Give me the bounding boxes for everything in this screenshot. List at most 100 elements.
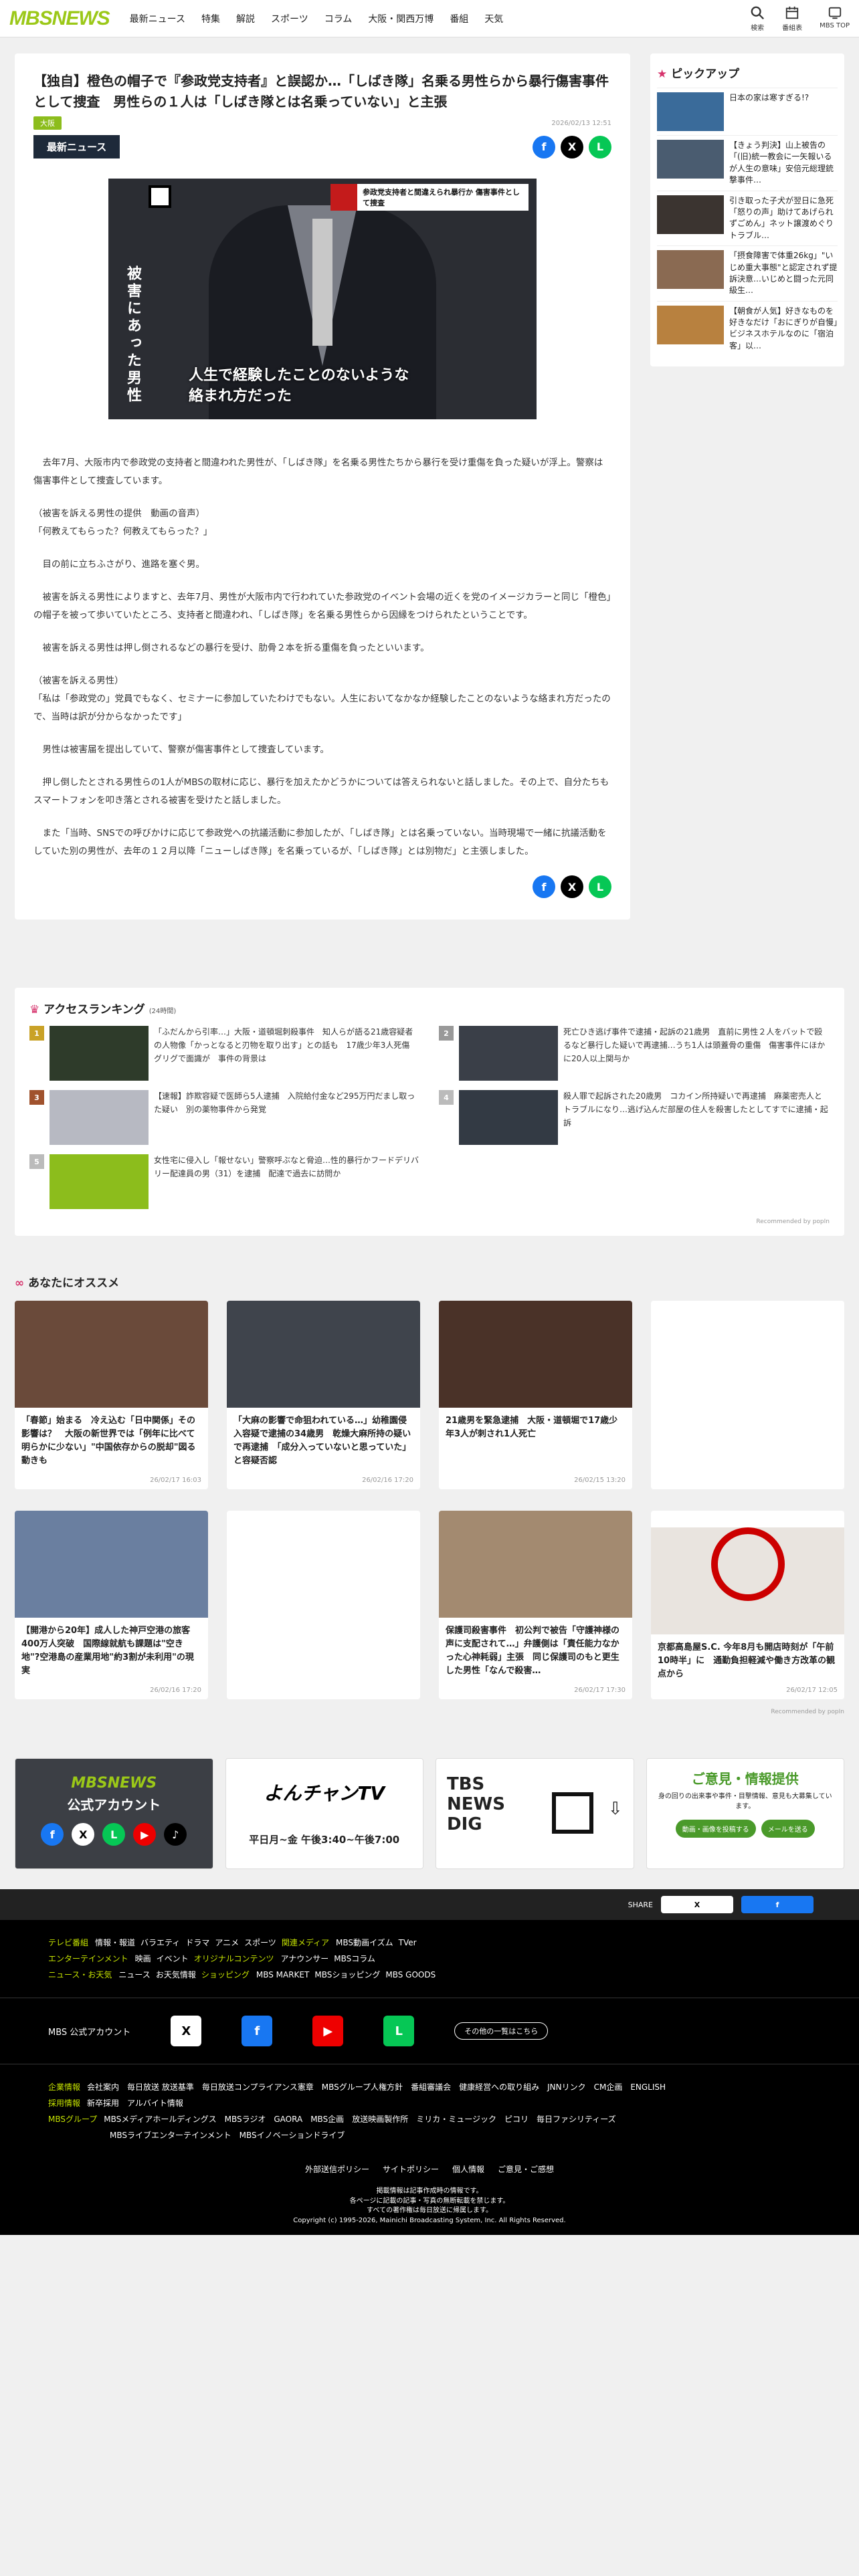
footer-link[interactable]: MBS企画 [310,2115,344,2124]
post-media-button[interactable]: 動画・画像を投稿する [675,1820,756,1838]
recommend-card[interactable]: 「春節」始まる 冷え込む「日中関係」その影響は？ 大阪の新世界では「例年に比べて… [15,1301,208,1489]
nav-expo[interactable]: 大阪・関西万博 [368,12,434,25]
footer-link[interactable]: スポーツ [244,1938,276,1947]
footer-link[interactable]: ミリカ・ミュージック [416,2115,496,2124]
search-button[interactable]: 検索 [750,5,765,32]
recommend-card[interactable]: 【開港から20年】成人した神戸空港の旅客400万人突破 国際線就航も課題は"空き… [15,1511,208,1699]
footer-link[interactable]: 番組審議会 [411,2082,451,2092]
footer-link[interactable]: 放送映画製作所 [352,2115,408,2124]
nav-weather[interactable]: 天気 [484,12,503,25]
facebook-icon[interactable]: f [242,2016,273,2046]
footer-group: MBSグループ [48,2115,98,2124]
facebook-share-icon[interactable]: f [533,875,555,898]
article-title: 【独自】橙色の帽子で『参政党支持者』と誤認か…「しばき隊」名乗る男性らから暴行傷… [33,73,609,110]
footer-link[interactable]: アニメ [215,1938,239,1947]
pickup-item[interactable]: 日本の家は寒すぎる!? [657,88,838,135]
nav-sports[interactable]: スポーツ [271,12,308,25]
footer-link[interactable]: MBSショッピング [314,1970,380,1979]
pickup-item[interactable]: 【きょう判決】山上被告の「(旧)統一教会に一矢報いるが人生の意味」安倍元総理銃撃… [657,135,838,191]
yonchan-banner[interactable]: よんチャンTV 平日月~金 午後3:40~午後7:00 [225,1758,423,1869]
policy-link[interactable]: 外部送信ポリシー [305,2165,369,2174]
ranking-period: (24時間) [149,1008,177,1015]
footer-link[interactable]: MBS MARKET [256,1970,310,1979]
footer-link[interactable]: 健康経営への取り組み [459,2082,539,2092]
x-icon[interactable]: X [171,2016,202,2046]
facebook-share-button[interactable]: f [741,1896,814,1913]
recommend-card[interactable]: 京都高島屋S.C. 今年8月も開店時刻が「午前10時半」に 通勤負担軽減や働き方… [651,1511,844,1699]
footer-link[interactable]: JNNリンク [547,2082,586,2092]
footer-link[interactable]: MBSラジオ [225,2115,266,2124]
ranking-thumb [459,1090,558,1145]
ranking-item[interactable]: 2 死亡ひき逃げ事件で逮捕・起訴の21歳男 直前に男性２人をバットで殴るなど暴行し… [439,1026,830,1081]
footer-link[interactable]: お天気情報 [156,1970,196,1979]
policy-link[interactable]: 個人情報 [452,2165,484,2174]
nav-explain[interactable]: 解説 [236,12,255,25]
ranking-thumb [50,1026,149,1081]
nav-programs[interactable]: 番組 [450,12,468,25]
account-label: MBS 公式アカウント [48,2027,131,2038]
policy-link[interactable]: ご意見・ご感想 [498,2165,554,2174]
footer-link[interactable]: バラエティ [140,1938,180,1947]
ranking-item[interactable]: 1 「ふだんから引率…」大阪・道頓堀刺殺事件 知人らが語る21歳容疑者の人物像「か… [29,1026,420,1081]
x-share-button[interactable]: X [661,1896,733,1913]
footer-link[interactable]: 会社案内 [87,2082,119,2092]
feedback-sub: 身の回りの出来事や事件・目撃情報、意見も大募集しています。 [658,1793,832,1810]
footer-link[interactable]: 毎日放送 放送基準 [127,2082,194,2092]
footer-link[interactable]: ピコリ [504,2115,529,2124]
footer-link[interactable]: TVer [399,1938,417,1947]
ranking-item[interactable]: 4 殺人罪で起訴された20歳男 コカイン所持疑いで再逮捕 麻薬密売人とトラブルにな… [439,1090,830,1145]
footer-link[interactable]: ニュース [118,1970,150,1979]
send-mail-button[interactable]: メールを送る [761,1820,815,1838]
line-share-icon[interactable]: L [589,875,611,898]
pickup-thumb [657,305,724,344]
nav-feature[interactable]: 特集 [201,12,220,25]
footer-link[interactable]: アナウンサー [280,1954,328,1963]
nav-latest[interactable]: 最新ニュース [130,12,185,25]
footer-link[interactable]: GAORA [274,2115,302,2124]
pickup-item[interactable]: 「摂食障害で体重26kg」"いじめ重大事態"と認定されず提訴決意…いじめと闘った… [657,245,838,301]
facebook-share-icon[interactable]: f [533,135,555,158]
footer-link[interactable]: CM企画 [594,2082,623,2092]
footer-link[interactable]: MBSコラム [334,1954,375,1963]
card-date: 26/02/17 17:30 [574,1687,626,1694]
recommend-card[interactable]: 「大麻の影響で命狙われている…」幼稚園侵入容疑で逮捕の34歳男 乾燥大麻所持の疑… [227,1301,420,1489]
footer-link[interactable]: イベント [157,1954,189,1963]
footer-link[interactable]: ドラマ [185,1938,209,1947]
feedback-banner[interactable]: ご意見・情報提供 身の回りの出来事や事件・目撃情報、意見も大募集しています。 動… [646,1758,844,1869]
policy-link[interactable]: サイトポリシー [383,2165,439,2174]
footer-link[interactable]: 毎日ファシリティーズ [537,2115,616,2124]
recommend-card[interactable]: 保護司殺害事件 初公判で被告「守護神様の声に支配されて…」弁護側は「責任能力なか… [439,1511,632,1699]
schedule-button[interactable]: 番組表 [782,5,802,32]
footer-link[interactable]: 新卒採用 [87,2099,119,2108]
footer-link[interactable]: MBSイノベーションドライブ [240,2131,345,2140]
footer-link[interactable]: 情報・報道 [95,1938,135,1947]
footer-link[interactable]: MBSメディアホールディングス [104,2115,216,2124]
calendar-icon [785,6,799,19]
footer-link[interactable]: MBS動画イズム [336,1938,393,1947]
footer-link[interactable]: MBS GOODS [385,1970,436,1979]
line-share-icon[interactable]: L [589,135,611,158]
footer-link[interactable]: 映画 [135,1954,151,1963]
tbs-newsdig-banner[interactable]: TBS NEWS DIG ⇩ [436,1758,634,1869]
pickup-item[interactable]: 【朝食が人気】好きなものを好きなだけ「おにぎりが自慢」ビジネスホテルなのに「宿泊… [657,300,838,356]
recommend-card-empty [651,1301,844,1489]
footer-link[interactable]: MBSグループ人権方針 [322,2082,403,2092]
footer-link[interactable]: 毎日放送コンプライアンス憲章 [202,2082,314,2092]
youtube-icon[interactable]: ▶ [312,2016,344,2046]
footer-link[interactable]: アルバイト情報 [127,2099,183,2108]
footer-link[interactable]: ENGLISH [630,2082,666,2092]
x-share-icon[interactable]: X [561,135,583,158]
mbs-news-logo[interactable]: MBSNEWS [9,7,110,30]
line-icon[interactable]: L [383,2016,415,2046]
mbs-top-button[interactable]: MBS TOP [820,5,850,32]
footer-link[interactable]: MBSライブエンターテインメント [110,2131,231,2140]
official-account-banner[interactable]: MBSNEWS 公式アカウント f X L ▶ ♪ [15,1758,213,1869]
region-tag[interactable]: 大阪 [33,116,62,130]
x-share-icon[interactable]: X [561,875,583,898]
nav-column[interactable]: コラム [324,12,353,25]
recommend-card[interactable]: 21歳男を緊急逮捕 大阪・道頓堀で17歳少年3人が刺され1人死亡 26/02/15… [439,1301,632,1489]
ranking-item[interactable]: 3 【速報】詐欺容疑で医師ら5人逮捕 入院給付金など295万円だまし取った疑い 別… [29,1090,420,1145]
account-list-button[interactable]: その他の一覧はこちら [454,2022,549,2040]
ranking-item[interactable]: 5 女性宅に侵入し「報せない」警察呼ぶなと脅迫…性的暴行かフードデリバリー配達員の… [29,1154,420,1209]
pickup-item[interactable]: 引き取った子犬が翌日に急死「怒りの声」助けてあげられずごめん」ネット譲渡めぐりト… [657,190,838,246]
